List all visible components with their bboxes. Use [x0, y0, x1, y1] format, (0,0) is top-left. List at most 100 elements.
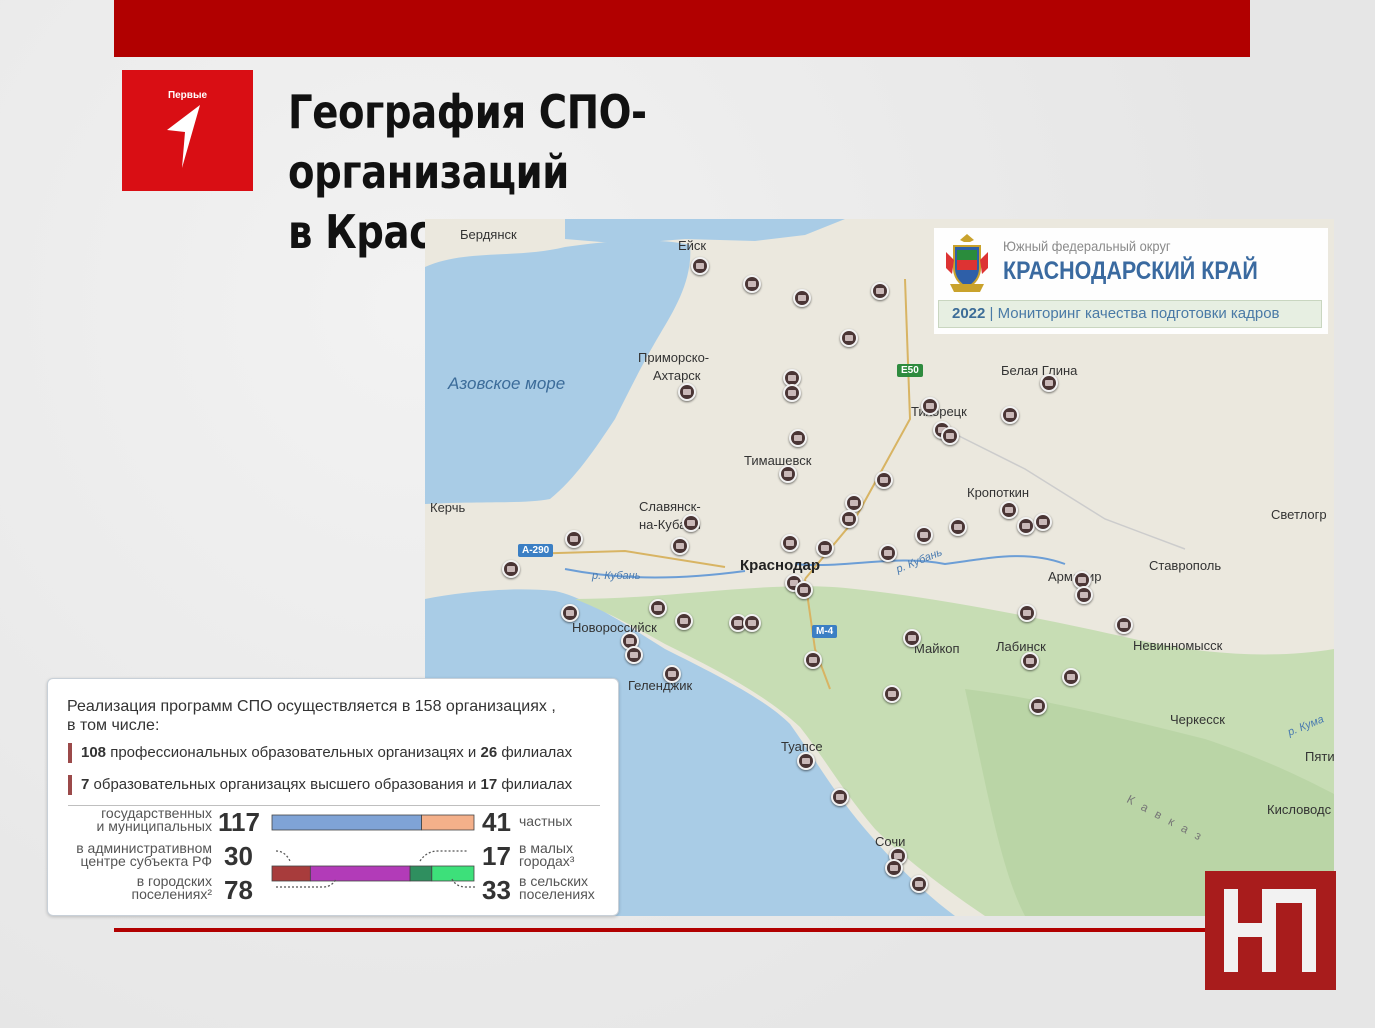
- org-marker[interactable]: [1029, 697, 1047, 715]
- org-marker[interactable]: [1034, 513, 1052, 531]
- org-marker[interactable]: [903, 629, 921, 647]
- org-marker[interactable]: [502, 560, 520, 578]
- org-marker[interactable]: [1000, 501, 1018, 519]
- ownership-bar: [271, 814, 475, 831]
- org-marker[interactable]: [682, 514, 700, 532]
- pervye-logo-mark-icon: [167, 105, 200, 168]
- city-primorsko-line2: Ахтарск: [653, 368, 701, 383]
- city-novorossiysk: Новороссийск: [572, 620, 657, 635]
- org-marker[interactable]: [840, 329, 858, 347]
- settlement-bar: [271, 865, 475, 882]
- org-marker[interactable]: [663, 665, 681, 683]
- city-maikop: Майкоп: [914, 641, 960, 656]
- org-marker[interactable]: [789, 429, 807, 447]
- org-marker[interactable]: [779, 465, 797, 483]
- org-marker[interactable]: [921, 397, 939, 415]
- city-svetlograd: Светлогр: [1271, 507, 1327, 522]
- org-marker[interactable]: [565, 530, 583, 548]
- org-marker[interactable]: [816, 539, 834, 557]
- org-marker[interactable]: [941, 427, 959, 445]
- org-marker[interactable]: [1040, 374, 1058, 392]
- city-timashevsk: Тимашевск: [744, 453, 812, 468]
- river-kuban-west: р. Кубань: [592, 570, 641, 582]
- city-belaya-glina: Белая Глина: [1001, 363, 1078, 378]
- org-marker[interactable]: [797, 752, 815, 770]
- city-pyatigorsk: Пяти: [1305, 749, 1334, 764]
- city-labinsk: Лабинск: [996, 639, 1046, 654]
- org-marker[interactable]: [781, 534, 799, 552]
- org-marker[interactable]: [675, 612, 693, 630]
- city-berdyansk: Бердянск: [460, 227, 517, 242]
- private-segment: [421, 814, 475, 831]
- city-slavyansk-line1: Славянск-: [639, 499, 701, 514]
- city-yeisk: Ейск: [678, 238, 707, 253]
- region-name: КРАСНОДАРСКИЙ КРАЙ: [1003, 257, 1258, 285]
- small-towns-segment: [409, 865, 433, 882]
- city-stavropol: Ставрополь: [1149, 558, 1222, 573]
- city-nevinnomyssk: Невинномысск: [1133, 638, 1223, 653]
- region-caption: Мониторинг качества подготовки кадров: [997, 305, 1280, 322]
- org-marker[interactable]: [875, 471, 893, 489]
- bottom-rule: [114, 928, 1209, 932]
- org-marker[interactable]: [840, 510, 858, 528]
- org-marker[interactable]: [910, 875, 928, 893]
- org-marker[interactable]: [561, 604, 579, 622]
- org-marker[interactable]: [915, 526, 933, 544]
- org-marker[interactable]: [949, 518, 967, 536]
- org-marker[interactable]: [871, 282, 889, 300]
- city-primorsko-line1: Приморско-: [638, 350, 710, 365]
- org-marker[interactable]: [625, 646, 643, 664]
- org-marker[interactable]: [743, 614, 761, 632]
- city-kerch: Керчь: [430, 500, 466, 515]
- region-subtitle: Южный федеральный округ: [1003, 238, 1171, 254]
- np-logo-mark-icon: [1224, 889, 1316, 972]
- city-gelendzhik: Геленджик: [628, 678, 693, 693]
- org-marker[interactable]: [1021, 652, 1039, 670]
- region-header-box: Южный федеральный округ КРАСНОДАРСКИЙ КР…: [934, 228, 1328, 334]
- org-marker[interactable]: [743, 275, 761, 293]
- org-marker[interactable]: [671, 537, 689, 555]
- org-marker[interactable]: [678, 383, 696, 401]
- org-marker[interactable]: [885, 859, 903, 877]
- top-banner: [114, 0, 1250, 57]
- region-caption-bar: 2022 | Мониторинг качества подготовки ка…: [938, 300, 1322, 328]
- org-marker[interactable]: [783, 384, 801, 402]
- urban-segment: [309, 865, 411, 882]
- stats-bars: [271, 814, 476, 888]
- title-line-1: География СПО-организаций: [288, 85, 647, 199]
- org-marker[interactable]: [1062, 668, 1080, 686]
- admin-center-segment: [271, 865, 311, 882]
- org-marker[interactable]: [1017, 517, 1035, 535]
- region-year: 2022: [952, 305, 986, 322]
- org-marker[interactable]: [1115, 616, 1133, 634]
- city-kropotkin: Кропоткин: [967, 485, 1030, 500]
- org-marker[interactable]: [1075, 586, 1093, 604]
- org-marker[interactable]: [649, 599, 667, 617]
- pervye-logo: Первые: [122, 70, 253, 191]
- small-connector: [419, 850, 468, 862]
- state-segment: [271, 814, 422, 831]
- city-krasnodar: Краснодар: [740, 557, 821, 574]
- org-marker[interactable]: [795, 581, 813, 599]
- org-marker[interactable]: [831, 788, 849, 806]
- sea-label-azov: Азовское море: [448, 374, 566, 393]
- city-kislovodsk: Кисловодс: [1267, 802, 1332, 817]
- road-a290: A-290: [518, 544, 554, 557]
- region-separator: |: [989, 305, 994, 322]
- stats-panel: Реализация программ СПО осуществляется в…: [47, 678, 619, 916]
- org-marker[interactable]: [1001, 406, 1019, 424]
- np-logo: [1205, 871, 1336, 990]
- org-marker[interactable]: [879, 544, 897, 562]
- admin-connector: [275, 850, 291, 862]
- org-marker[interactable]: [793, 289, 811, 307]
- city-cherkessk: Черкесск: [1170, 712, 1225, 727]
- rural-segment: [431, 865, 475, 882]
- road-m4: M-4: [812, 625, 838, 638]
- org-marker[interactable]: [883, 685, 901, 703]
- org-marker[interactable]: [1018, 604, 1036, 622]
- road-e50: E50: [897, 364, 923, 377]
- org-marker[interactable]: [691, 257, 709, 275]
- coat-of-arms-icon: [946, 234, 988, 292]
- logo-text: Первые: [167, 90, 208, 101]
- org-marker[interactable]: [804, 651, 822, 669]
